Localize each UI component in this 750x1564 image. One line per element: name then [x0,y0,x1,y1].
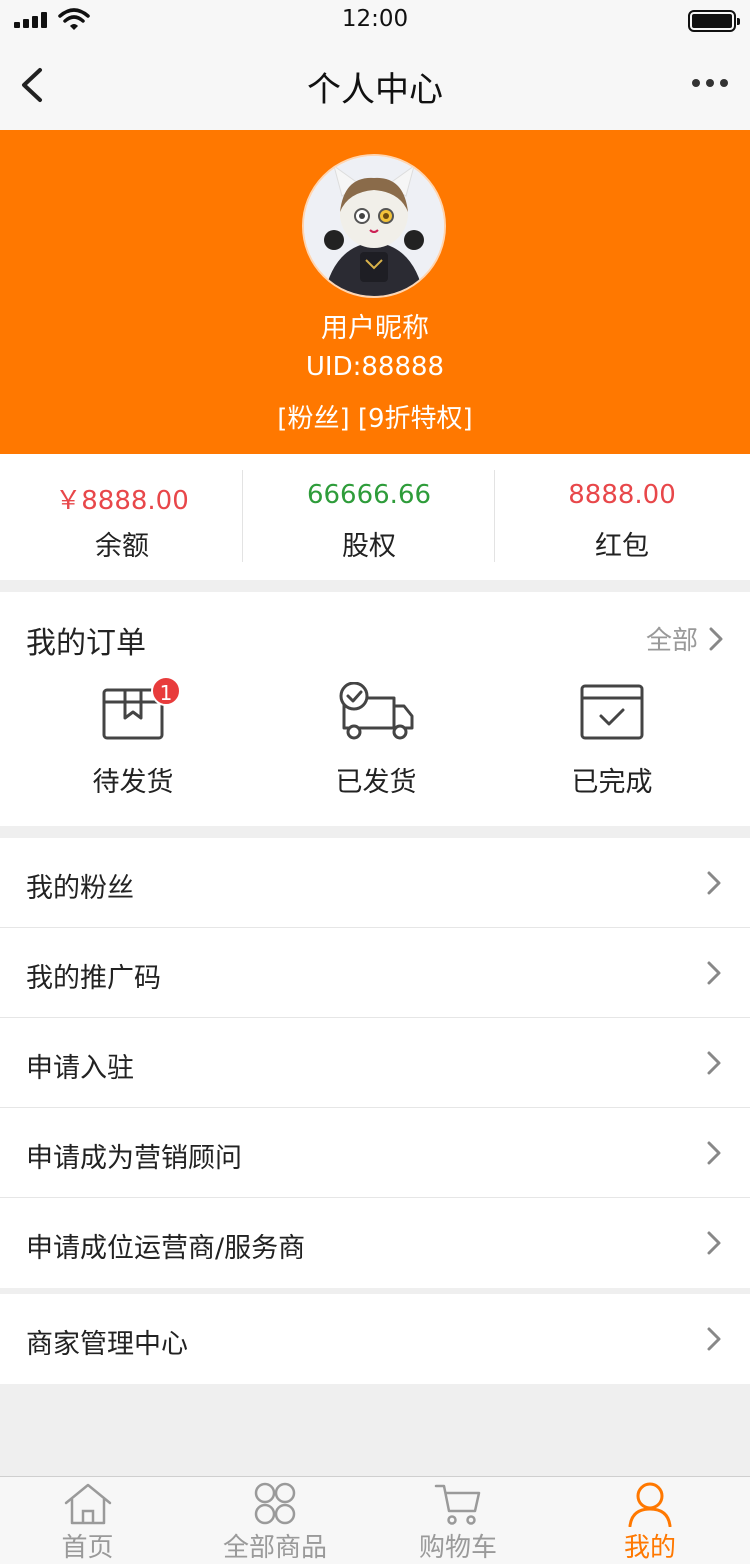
chevron-right-icon [707,1051,721,1075]
tab-all-products-label: 全部商品 [222,1533,327,1563]
menu-item-label: 我的推广码 [26,963,161,994]
red-packet-label: 红包 [595,531,649,562]
menu-item-label: 申请成为营销顾问 [26,1143,242,1174]
order-shipped[interactable]: 已发货 [276,676,476,806]
order-completed[interactable]: 已完成 [512,676,712,806]
tab-all-products[interactable]: 全部商品 [175,1477,375,1564]
chevron-right-icon [707,1327,721,1351]
chevron-right-icon [707,871,721,895]
red-packet-value: 8888.00 [568,480,676,510]
stat-balance[interactable]: ￥8888.00 余额 [0,454,244,580]
user-uid: UID:88888 [305,352,445,382]
bottom-tab-bar: 首页 全部商品 购物车 我的 [0,1476,750,1564]
tab-mine-label: 我的 [623,1533,676,1563]
tab-home[interactable]: 首页 [0,1477,175,1564]
chevron-right-icon [707,1231,721,1255]
orders-view-all-link[interactable]: 全部 [646,620,724,657]
more-options-icon[interactable] [690,70,730,100]
menu-item-label: 申请成位运营商/服务商 [26,1233,306,1264]
calendar-check-icon [580,684,644,740]
balance-value: ￥8888.00 [55,486,189,516]
menu-item-merchant-center[interactable]: 商家管理中心 [0,1294,750,1384]
menu-item-label: 商家管理中心 [26,1329,188,1360]
user-nickname: 用户昵称 [321,313,429,344]
stat-red-packet[interactable]: 8888.00 红包 [494,454,750,580]
status-time: 12:00 [341,6,409,32]
user-tags: [粉丝] [9折特权] [277,404,473,434]
account-stats: ￥8888.00 余额 66666.66 股权 8888.00 红包 [0,454,750,580]
delivery-truck-icon [339,682,414,740]
stat-equity[interactable]: 66666.66 股权 [244,454,494,580]
menu-item-apply-operator[interactable]: 申请成位运营商/服务商 [0,1198,750,1288]
tab-cart-label: 购物车 [418,1533,497,1563]
my-orders-section: 我的订单 全部 1 待发货 已发货 已完成 [0,592,750,826]
menu-item-apply-consultant[interactable]: 申请成为营销顾问 [0,1108,750,1198]
all-products-icon [254,1482,296,1525]
balance-label: 余额 [95,531,149,562]
menu-item-promo-code[interactable]: 我的推广码 [0,928,750,1018]
chevron-right-icon [709,627,723,650]
orders-all-label: 全部 [645,626,698,656]
chevron-right-icon [707,1141,721,1165]
avatar-illustration [304,156,444,296]
menu-item-label: 我的粉丝 [26,873,134,904]
equity-value: 66666.66 [306,480,432,510]
menu-group-main: 我的粉丝 我的推广码 申请入驻 申请成为营销顾问 申请成位运营商/服务商 [0,838,750,1288]
order-pending-shipment[interactable]: 1 待发货 [33,676,233,806]
equity-label: 股权 [342,531,396,562]
divider [242,470,243,562]
menu-item-label: 申请入驻 [26,1053,134,1084]
page-title: 个人中心 [307,70,443,110]
menu-group-merchant: 商家管理中心 [0,1294,750,1384]
status-bar: 12:00 [0,0,750,40]
order-shipped-label: 已发货 [335,767,417,798]
orders-title: 我的订单 [26,626,146,661]
home-icon [64,1483,111,1525]
battery-icon [688,10,740,32]
profile-header: 用户昵称 UID:88888 [粉丝] [9折特权] [0,130,750,454]
tab-home-label: 首页 [61,1533,114,1563]
tab-cart[interactable]: 购物车 [375,1477,541,1564]
menu-item-my-fans[interactable]: 我的粉丝 [0,838,750,928]
user-icon [628,1482,672,1527]
nav-bar: 个人中心 [0,40,750,130]
order-completed-label: 已完成 [571,767,653,798]
cart-icon [434,1484,481,1525]
avatar[interactable] [302,154,446,298]
order-pending-label: 待发货 [92,767,174,798]
menu-item-apply-join[interactable]: 申请入驻 [0,1018,750,1108]
tab-mine[interactable]: 我的 [565,1477,735,1564]
pending-count-badge: 1 [151,676,181,706]
chevron-right-icon [707,961,721,985]
